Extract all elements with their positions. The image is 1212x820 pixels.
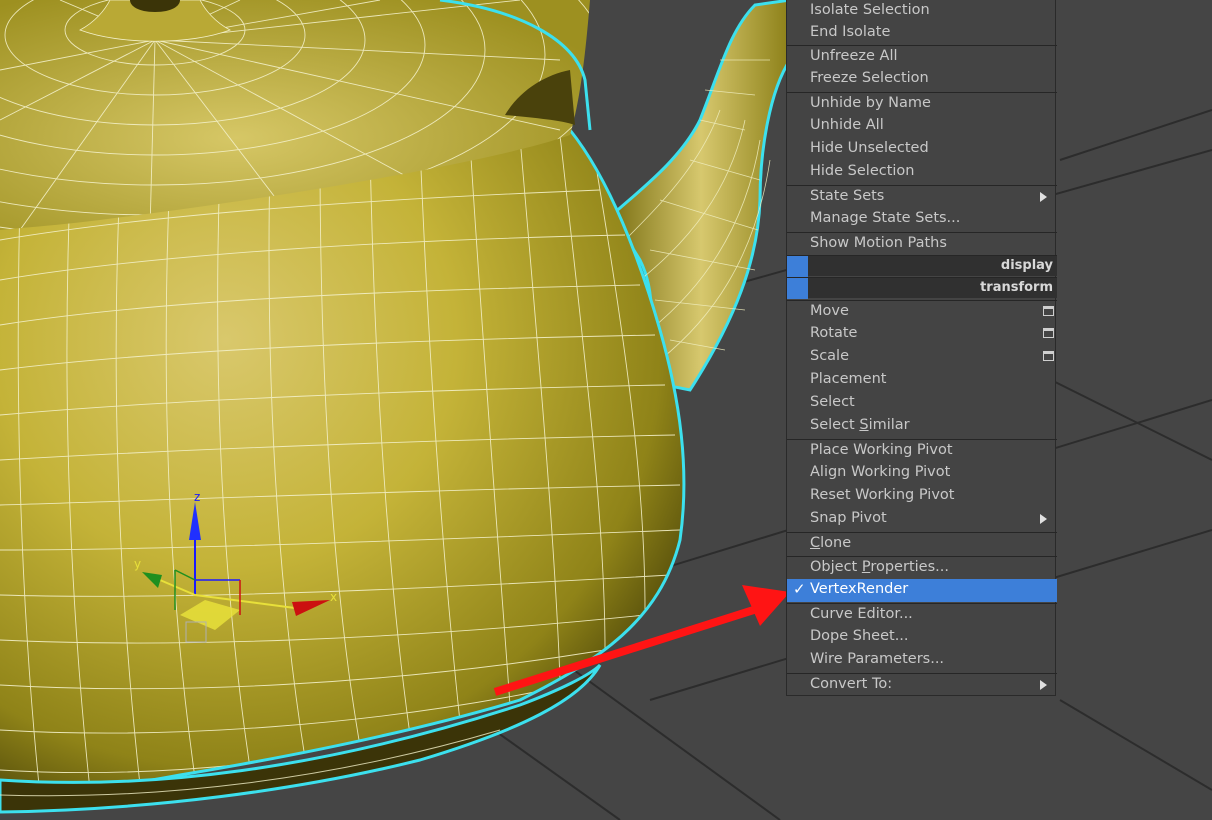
menu-item-freeze-selection[interactable]: Freeze Selection: [787, 68, 1057, 91]
menu-item-unfreeze-all[interactable]: Unfreeze All: [787, 45, 1057, 68]
menu-item-end-isolate[interactable]: End Isolate: [787, 22, 1057, 45]
menu-header-display: display: [787, 255, 1057, 277]
gizmo-z-label: z: [194, 490, 200, 504]
menu-item-object-properties[interactable]: Object Properties...: [787, 556, 1057, 579]
menu-item-isolate-selection[interactable]: Isolate Selection: [787, 0, 1057, 23]
menu-item-clone[interactable]: Clone: [787, 532, 1057, 555]
menu-item-snap-pivot[interactable]: Snap Pivot: [787, 508, 1057, 531]
menu-item-manage-state-sets[interactable]: Manage State Sets...: [787, 208, 1057, 231]
menu-item-show-motion-paths[interactable]: Show Motion Paths: [787, 232, 1057, 255]
submenu-arrow-icon: [1040, 680, 1047, 690]
menu-item-select[interactable]: Select: [787, 392, 1057, 415]
menu-item-placement[interactable]: Placement: [787, 369, 1057, 392]
gizmo-y-label: y: [134, 557, 141, 571]
menu-item-move[interactable]: Move: [787, 300, 1057, 323]
quadrant-swatch: [787, 278, 808, 299]
menu-item-hide-selection[interactable]: Hide Selection: [787, 161, 1057, 184]
viewport-3d[interactable]: z y x Isolate Selection End Isolate Unfr…: [0, 0, 1212, 820]
menu-item-unhide-all[interactable]: Unhide All: [787, 115, 1057, 138]
menu-item-scale[interactable]: Scale: [787, 346, 1057, 369]
menu-item-state-sets[interactable]: State Sets: [787, 185, 1057, 208]
menu-item-reset-working-pivot[interactable]: Reset Working Pivot: [787, 485, 1057, 508]
checkmark-icon: ✓: [793, 580, 806, 598]
gizmo-x-label: x: [330, 590, 337, 604]
menu-item-curve-editor[interactable]: Curve Editor...: [787, 603, 1057, 626]
submenu-arrow-icon: [1040, 192, 1047, 202]
options-box-icon[interactable]: [1043, 306, 1054, 316]
menu-item-place-working-pivot[interactable]: Place Working Pivot: [787, 439, 1057, 462]
menu-header-transform: transform: [787, 277, 1057, 299]
menu-item-dope-sheet[interactable]: Dope Sheet...: [787, 626, 1057, 649]
menu-item-convert-to[interactable]: Convert To:: [787, 673, 1057, 696]
quadrant-swatch: [787, 256, 808, 277]
submenu-arrow-icon: [1040, 514, 1047, 524]
options-box-icon[interactable]: [1043, 328, 1054, 338]
menu-item-align-working-pivot[interactable]: Align Working Pivot: [787, 462, 1057, 485]
teapot-body[interactable]: [0, 124, 686, 797]
menu-item-select-similar[interactable]: Select Similar: [787, 415, 1057, 438]
options-box-icon[interactable]: [1043, 351, 1054, 361]
menu-item-vertex-render[interactable]: ✓ VertexRender: [787, 579, 1057, 602]
quad-menu[interactable]: Isolate Selection End Isolate Unfreeze A…: [786, 0, 1057, 696]
menu-item-wire-parameters[interactable]: Wire Parameters...: [787, 649, 1057, 672]
menu-item-rotate[interactable]: Rotate: [787, 323, 1057, 346]
menu-item-unhide-by-name[interactable]: Unhide by Name: [787, 92, 1057, 115]
menu-item-hide-unselected[interactable]: Hide Unselected: [787, 138, 1057, 161]
